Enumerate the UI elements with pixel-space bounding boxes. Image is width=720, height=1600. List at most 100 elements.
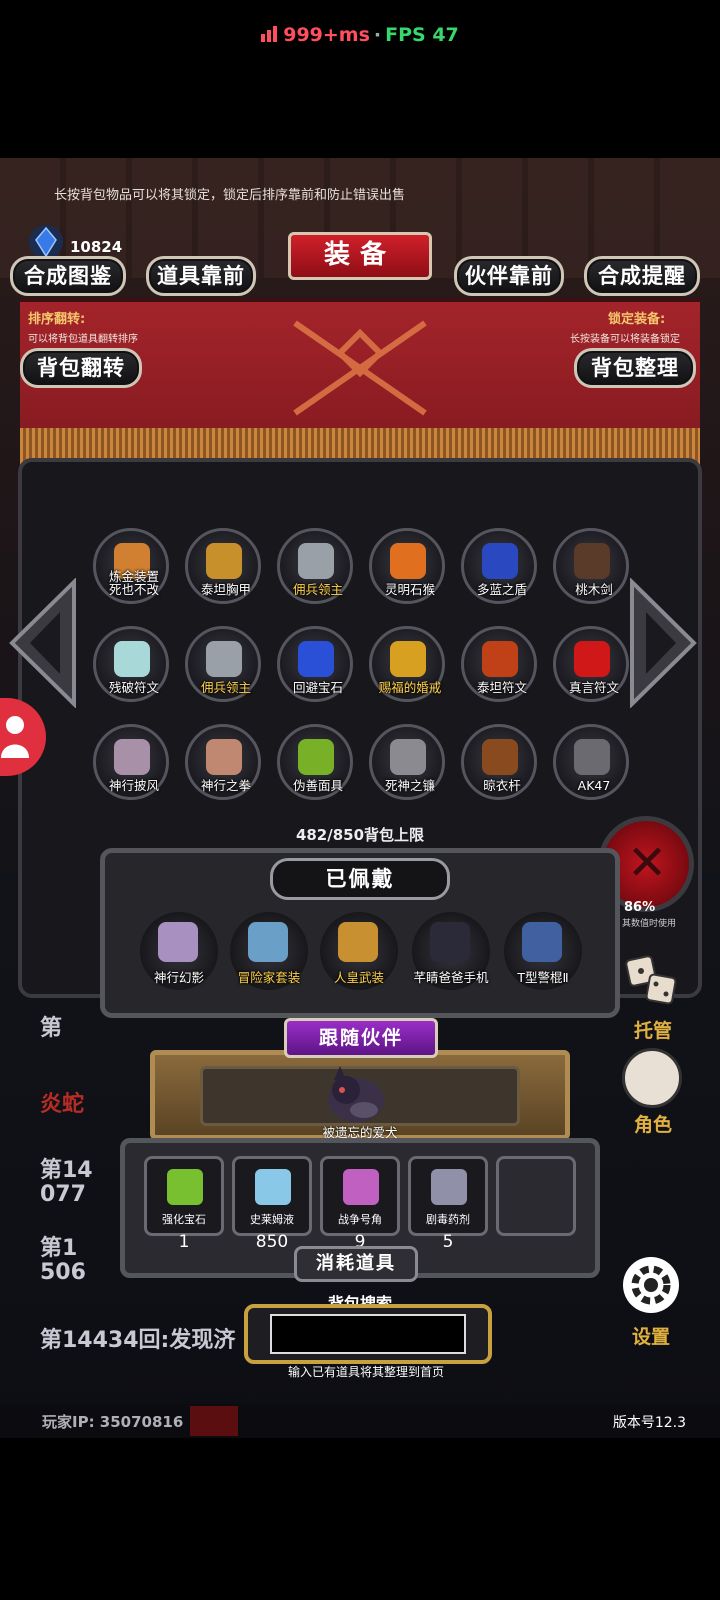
equipped-title: 已佩戴 <box>270 858 450 900</box>
equipped-item[interactable]: 神行幻影 <box>140 912 218 990</box>
signal-icon <box>261 25 279 47</box>
dice-icon <box>625 955 677 1005</box>
crossed-swords-emblem-icon <box>293 320 427 416</box>
inventory-item-label: 桃木剑 <box>575 582 613 598</box>
lock-hint-title: 锁定装备: <box>608 312 666 327</box>
inventory-item[interactable]: 多蓝之盾 <box>461 528 537 604</box>
gem-icon <box>29 225 63 259</box>
log-line: 炎蛇 <box>40 1092 85 1117</box>
tip-text: 长按背包物品可以将其锁定，锁定后排序靠前和防止错误出售 <box>54 188 406 203</box>
ping-value: 999+ms <box>283 24 370 46</box>
item-icon <box>574 641 610 677</box>
inventory-item-label: 炼金装置 死也不改 <box>108 568 159 598</box>
settings-label: 设置 <box>631 1326 670 1348</box>
item-icon <box>482 641 518 677</box>
inventory-item[interactable]: 神行披风 <box>93 724 169 800</box>
inventory-item[interactable]: 赐福的婚戒 <box>369 626 445 702</box>
equipped-item[interactable]: T型警棍Ⅱ <box>504 912 582 990</box>
consumable-slot[interactable]: 史莱姆液 <box>232 1156 312 1236</box>
bag-sort-button[interactable]: 背包整理 <box>574 348 696 388</box>
role-button[interactable]: 角色 <box>622 1048 684 1137</box>
user-icon <box>1 716 29 758</box>
item-icon <box>522 922 562 962</box>
page-title: 装备 <box>288 232 432 280</box>
inventory-item-label: 赐福的婚戒 <box>378 680 442 696</box>
item-icon <box>390 739 426 775</box>
inventory-item-label: 死神之镰 <box>384 778 435 794</box>
log-line: 第1 <box>40 1236 78 1261</box>
consumable-qty: 1 <box>178 1232 190 1252</box>
item-icon <box>206 739 242 775</box>
equipped-item-label: T型警棍Ⅱ <box>517 970 569 985</box>
lock-hint-sub: 长按装备可以将装备锁定 <box>570 334 680 345</box>
consumable-label: 战争号角 <box>338 1213 382 1226</box>
item-icon <box>343 1169 379 1205</box>
inventory-item-label: 灵明石猴 <box>384 582 435 598</box>
bag-flip-button[interactable]: 背包翻转 <box>20 348 142 388</box>
inventory-item[interactable]: 佣兵领主 <box>277 528 353 604</box>
inventory-item[interactable]: 炼金装置 死也不改 <box>93 528 169 604</box>
inventory-item[interactable]: 神行之拳 <box>185 724 261 800</box>
inventory-item[interactable]: 伪善面具 <box>277 724 353 800</box>
consumable-qty: 5 <box>442 1232 454 1252</box>
item-icon <box>482 739 518 775</box>
auto-manage-button[interactable]: 托管 <box>622 950 684 1043</box>
inventory-item[interactable]: 泰坦胸甲 <box>185 528 261 604</box>
player-ip: 玩家IP: 35070816 <box>42 1413 184 1431</box>
close-icon: ✕ <box>627 835 668 891</box>
gem-count: 10824 <box>70 238 123 256</box>
equipped-item[interactable]: 冒险家套装 <box>230 912 308 990</box>
consumable-slot[interactable]: 强化宝石 <box>144 1156 224 1236</box>
synth-remind-button[interactable]: 合成提醒 <box>584 256 700 296</box>
inventory-item-label: 晾衣杆 <box>483 778 521 794</box>
inventory-item[interactable]: 桃木剑 <box>553 528 629 604</box>
synth-guide-button[interactable]: 合成图鉴 <box>10 256 126 296</box>
inventory-item[interactable]: 回避宝石 <box>277 626 353 702</box>
inventory-item[interactable]: 残破符文 <box>93 626 169 702</box>
consumable-slot[interactable] <box>496 1156 576 1236</box>
prev-page-arrow-icon[interactable] <box>8 578 78 708</box>
flip-hint-sub: 可以将背包道具翻转排序 <box>28 334 138 345</box>
inventory-item[interactable]: 佣兵领主 <box>185 626 261 702</box>
inventory-item[interactable]: 泰坦符文 <box>461 626 537 702</box>
equipped-item[interactable]: 芊睛爸爸手机 <box>412 912 490 990</box>
inventory-item-label: 残破符文 <box>108 680 159 696</box>
inventory-item[interactable]: AK47 <box>553 724 629 800</box>
item-icon <box>114 641 150 677</box>
log-line: 第14434回:发现济 <box>40 1328 236 1353</box>
game-screen: 长按背包物品可以将其锁定，锁定后排序靠前和防止错误出售 10824 装备 合成图… <box>0 158 720 1438</box>
inventory-item-label: AK47 <box>577 778 611 794</box>
partner-first-button[interactable]: 伙伴靠前 <box>454 256 564 296</box>
item-icon <box>574 739 610 775</box>
hp-bar <box>190 1406 238 1436</box>
status-bar: 999+ms · FPS 47 <box>0 0 720 150</box>
flip-hint-title: 排序翻转: <box>28 312 86 327</box>
item-icon <box>167 1169 203 1205</box>
consumable-slot[interactable]: 剧毒药剂 <box>408 1156 488 1236</box>
settings-button[interactable]: 设置 <box>620 1254 682 1349</box>
percent-value: 86% <box>624 900 656 915</box>
item-icon <box>430 922 470 962</box>
inventory-item-label: 泰坦胸甲 <box>200 582 251 598</box>
consumable-slot[interactable]: 战争号角 <box>320 1156 400 1236</box>
item-icon <box>158 922 198 962</box>
footer: 玩家IP: 35070816 版本号12.3 <box>0 1404 720 1438</box>
inventory-item[interactable]: 晾衣杆 <box>461 724 537 800</box>
log-line: 506 <box>40 1260 86 1285</box>
inventory-item-label: 伪善面具 <box>292 778 343 794</box>
items-first-button[interactable]: 道具靠前 <box>146 256 256 296</box>
search-hint: 输入已有道具将其整理到首页 <box>287 1365 444 1379</box>
equipped-item[interactable]: 人皇武装 <box>320 912 398 990</box>
perf-indicator: 999+ms · FPS 47 <box>0 24 720 47</box>
inventory-item[interactable]: 死神之镰 <box>369 724 445 800</box>
item-icon <box>298 543 334 579</box>
version-number: 版本号12.3 <box>612 1415 686 1431</box>
search-input[interactable] <box>270 1314 466 1354</box>
inventory-item[interactable]: 灵明石猴 <box>369 528 445 604</box>
item-icon <box>574 543 610 579</box>
auto-manage-label: 托管 <box>633 1020 672 1042</box>
log-line: 077 <box>40 1182 86 1207</box>
hooded-figure-icon <box>622 1048 682 1108</box>
inventory-item[interactable]: 真言符文 <box>553 626 629 702</box>
equipped-item-label: 芊睛爸爸手机 <box>413 970 489 985</box>
